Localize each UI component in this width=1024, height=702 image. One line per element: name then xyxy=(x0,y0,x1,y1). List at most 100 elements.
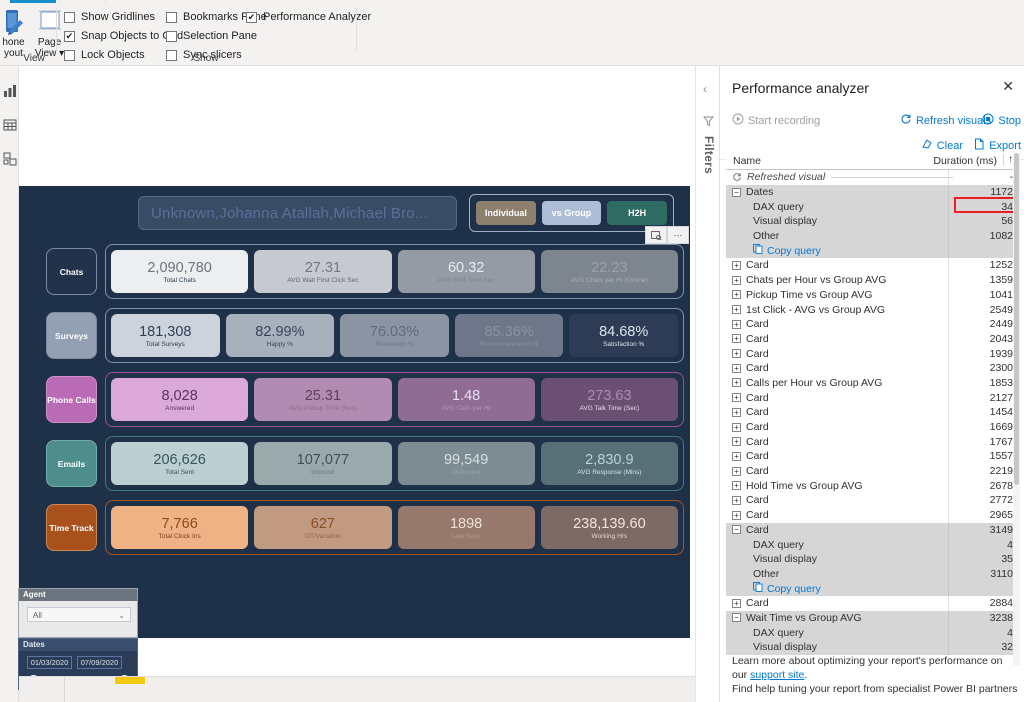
model-view-icon[interactable] xyxy=(3,152,17,166)
performance-row[interactable]: + Card 1767 xyxy=(726,434,1019,450)
performance-row[interactable]: +1st Click - AVG vs Group AVG 2549 xyxy=(726,302,1019,317)
start-recording-button[interactable]: Start recording xyxy=(732,113,820,128)
performance-row[interactable]: − Card 3149 xyxy=(726,522,1019,538)
performance-row[interactable]: DAX query 34 xyxy=(726,199,1019,215)
performance-row[interactable]: + Card 2127 xyxy=(726,390,1019,405)
expand-icon[interactable]: + xyxy=(732,451,741,461)
performance-row[interactable]: + Card 2965 xyxy=(726,507,1019,523)
filters-pane-collapsed[interactable]: ‹ Filters xyxy=(695,66,719,702)
performance-row[interactable]: + Hold Time vs Group AVG 2678 xyxy=(726,478,1019,494)
phone-layout-button[interactable]: hone yout xyxy=(0,7,30,59)
sort-ascending-icon[interactable]: ↑ xyxy=(1003,154,1013,165)
expand-icon[interactable]: + xyxy=(732,275,741,285)
kpi-card[interactable]: 22.23 AVG Chats per Hr (Online) xyxy=(540,250,678,293)
collapse-icon[interactable]: − xyxy=(732,613,741,623)
expand-icon[interactable]: + xyxy=(732,481,741,491)
performance-row[interactable]: Other 1082 xyxy=(726,228,1019,244)
expand-icon[interactable]: + xyxy=(732,378,741,388)
performance-row[interactable]: + Calls per Hour vs Group AVG 1853 xyxy=(726,375,1019,391)
scrollbar-thumb[interactable] xyxy=(1014,153,1019,485)
chevron-left-icon[interactable]: ‹ xyxy=(703,82,707,96)
kpi-card[interactable]: 27.31 AVG Wait First Click Sec xyxy=(254,250,392,293)
collapse-icon[interactable]: − xyxy=(732,187,741,197)
report-title-visual[interactable]: Unknown,Johanna Atallah,Michael Bro... xyxy=(138,196,457,230)
agent-dropdown[interactable]: All ⌄ xyxy=(27,607,131,622)
date-from-input[interactable]: 01/03/2020 xyxy=(27,656,72,669)
column-header-name[interactable]: Name xyxy=(733,155,761,167)
page-tab-active-indicator[interactable] xyxy=(115,677,145,684)
expand-icon[interactable]: + xyxy=(732,510,741,520)
kpi-card[interactable]: 107,077 Inbound xyxy=(254,442,392,485)
kpi-row-label-chats[interactable]: Chats xyxy=(46,248,97,295)
kpi-card[interactable]: 627 OT/Vacation xyxy=(254,506,392,549)
date-to-input[interactable]: 07/09/2020 xyxy=(77,656,122,669)
expand-icon[interactable]: + xyxy=(732,495,741,505)
collapse-icon[interactable]: − xyxy=(732,525,741,535)
performance-row[interactable]: + Card 1454 xyxy=(726,405,1019,420)
checkbox-performance-analyzer[interactable]: Performance Analyzer xyxy=(246,10,371,24)
export-button[interactable]: Export xyxy=(973,138,1021,153)
kpi-card[interactable]: 8,028 Answered xyxy=(111,378,249,421)
kpi-row-label-surveys[interactable]: Surveys xyxy=(46,312,97,359)
performance-row[interactable]: Copy query xyxy=(726,243,1019,259)
expand-icon[interactable]: + xyxy=(732,363,741,373)
performance-row[interactable]: + Card 2772 xyxy=(726,493,1019,508)
performance-row[interactable]: + Card 1939 xyxy=(726,346,1019,361)
expand-icon[interactable]: + xyxy=(732,260,741,270)
performance-analyzer-row-list[interactable]: Refreshed visual - − Dates 1172 DAX query 34 Vi… xyxy=(726,170,1019,682)
toggle-h2h[interactable]: H2H xyxy=(607,201,668,225)
copy-query-link[interactable]: Copy query xyxy=(753,244,821,257)
performance-row[interactable]: + Card 1669 xyxy=(726,419,1019,435)
expand-icon[interactable]: + xyxy=(732,305,741,315)
performance-row[interactable]: Other 3110 xyxy=(726,566,1019,582)
performance-row[interactable]: + Card 1252 xyxy=(726,258,1019,273)
kpi-card[interactable]: 1.48 AVG Calls per Hr xyxy=(397,378,535,421)
expand-icon[interactable]: + xyxy=(732,422,741,432)
focus-mode-icon[interactable] xyxy=(645,226,667,244)
performance-row[interactable]: + Pickup Time vs Group AVG 1041 xyxy=(726,287,1019,303)
kpi-card[interactable]: 99,549 Outbound xyxy=(397,442,535,485)
performance-row[interactable]: DAX query 4 xyxy=(726,625,1019,640)
performance-row[interactable]: + Card 2043 xyxy=(726,331,1019,347)
expand-icon[interactable]: + xyxy=(732,407,741,417)
performance-row[interactable]: + Card 2884 xyxy=(726,595,1019,611)
kpi-card[interactable]: 82.99% Happy % xyxy=(225,314,335,357)
column-header-duration[interactable]: Duration (ms) xyxy=(933,155,997,167)
performance-row[interactable]: + Card 2219 xyxy=(726,463,1019,479)
performance-row[interactable]: − Wait Time vs Group AVG 3238 xyxy=(726,610,1019,626)
performance-row[interactable]: + Card 2300 xyxy=(726,360,1019,376)
performance-row[interactable]: − Dates 1172 xyxy=(726,184,1019,200)
performance-list-scrollbar[interactable] xyxy=(1013,153,1020,665)
expand-icon[interactable]: + xyxy=(732,437,741,447)
performance-row[interactable]: Visual display 56 xyxy=(726,214,1019,229)
performance-row[interactable]: Copy query xyxy=(726,581,1019,596)
data-view-icon[interactable] xyxy=(3,118,17,132)
expand-icon[interactable]: + xyxy=(732,319,741,329)
report-view-icon[interactable] xyxy=(3,84,17,98)
kpi-card[interactable]: 206,626 Total Sent xyxy=(111,442,249,485)
performance-row[interactable]: Visual display 32 xyxy=(726,640,1019,655)
kpi-card[interactable]: 76.03% Resolution % xyxy=(340,314,449,357)
kpi-card[interactable]: 273.63 AVG Talk Time (Sec) xyxy=(540,378,678,421)
performance-row[interactable]: + Card 1557 xyxy=(726,449,1019,464)
expand-icon[interactable]: + xyxy=(732,290,741,300)
performance-row[interactable]: Visual display 35 xyxy=(726,551,1019,567)
expand-icon[interactable]: + xyxy=(732,334,741,344)
performance-row[interactable]: + Chats per Hour vs Group AVG 1359 xyxy=(726,272,1019,288)
kpi-card[interactable]: 2,090,780 Total Chats xyxy=(111,250,249,293)
kpi-row-label-emails[interactable]: Emails xyxy=(46,440,97,487)
toggle-vs-group[interactable]: vs Group xyxy=(541,201,602,225)
kpi-row-label-phone-calls[interactable]: Phone Calls xyxy=(46,376,97,423)
kpi-card[interactable]: 84.68% Satisfaction % xyxy=(569,314,678,357)
performance-row[interactable]: Refreshed visual - xyxy=(726,170,1019,185)
clear-button[interactable]: Clear xyxy=(921,138,963,153)
kpi-card[interactable]: 2,830.9 AVG Response (Mins) xyxy=(540,442,678,485)
support-site-link[interactable]: support site xyxy=(750,669,804,681)
more-options-icon[interactable]: ⋯ xyxy=(667,226,689,244)
kpi-card[interactable]: 25.31 AVG Pickup Time (Sec) xyxy=(254,378,392,421)
refresh-visuals-button[interactable]: Refresh visuals xyxy=(900,113,991,128)
checkbox-selection-pane[interactable]: Selection Pane xyxy=(166,29,257,43)
expand-icon[interactable]: + xyxy=(732,466,741,476)
kpi-card[interactable]: 238,139.60 Working Hrs xyxy=(540,506,678,549)
stop-button[interactable]: Stop xyxy=(982,113,1021,128)
